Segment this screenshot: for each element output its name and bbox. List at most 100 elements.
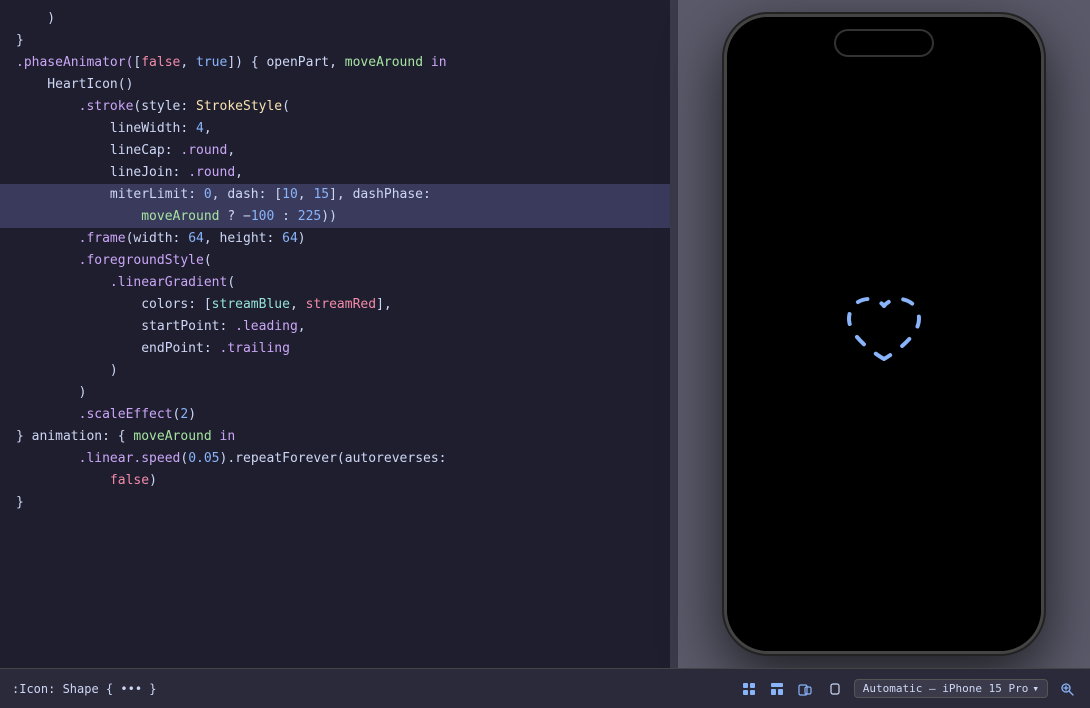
code-token: : [220, 316, 236, 338]
code-line: lineJoin: .round, [0, 162, 670, 184]
code-token: : [180, 96, 196, 118]
code-token: : [173, 228, 189, 250]
code-token: true [196, 52, 227, 74]
code-token: ).repeatForever( [220, 448, 345, 470]
code-token: in [212, 426, 235, 448]
code-token: ) [16, 8, 55, 30]
code-token: .trailing [220, 338, 290, 360]
panel-divider[interactable] [670, 0, 678, 668]
code-token: 100 [251, 206, 274, 228]
code-token: moveAround [345, 52, 423, 74]
code-token: : [266, 228, 282, 250]
code-token: .linear.speed [16, 448, 180, 470]
code-token: HeartIcon() [16, 74, 133, 96]
code-token: 0 [204, 184, 212, 206]
preview-panel [678, 0, 1090, 668]
bottom-left: :Icon: Shape { ••• } [12, 682, 157, 696]
layout-icon[interactable] [766, 678, 788, 700]
code-token: width [133, 228, 172, 250]
code-token: , [204, 118, 212, 140]
code-token: } [16, 30, 24, 52]
code-token: streamBlue [212, 294, 290, 316]
code-snippet: :Icon: Shape { ••• } [12, 682, 157, 696]
code-token: ) [298, 228, 306, 250]
zoom-button[interactable] [1056, 678, 1078, 700]
code-token: ? [220, 206, 243, 228]
code-token: ( [227, 272, 235, 294]
code-token: ( [204, 250, 212, 272]
code-token: ( [180, 448, 188, 470]
code-token: ( [173, 404, 181, 426]
code-token: , [204, 228, 220, 250]
code-token: false [141, 52, 180, 74]
code-token: ) [16, 360, 118, 382]
code-token: startPoint [16, 316, 220, 338]
bottom-icons [738, 678, 816, 700]
code-token: 2 [180, 404, 188, 426]
code-token: ) [16, 382, 86, 404]
code-token: 64 [188, 228, 204, 250]
code-token: , [235, 162, 243, 184]
code-token: .leading [235, 316, 298, 338]
code-token: , [227, 140, 235, 162]
code-token: height [220, 228, 267, 250]
code-line: ) [0, 360, 670, 382]
code-token: 4 [196, 118, 204, 140]
device-selector[interactable]: Automatic – iPhone 15 Pro ▾ [854, 679, 1048, 698]
heart-preview [834, 284, 934, 384]
code-token: , [298, 316, 306, 338]
code-token: : [274, 206, 297, 228]
code-token: streamRed [306, 294, 376, 316]
code-token: ]) { [227, 52, 266, 74]
code-token: .round [188, 162, 235, 184]
code-token: openPart [266, 52, 329, 74]
chevron-down-icon: ▾ [1032, 682, 1039, 695]
code-line: ) [0, 8, 670, 30]
code-line: endPoint: .trailing [0, 338, 670, 360]
grid-icon[interactable] [738, 678, 760, 700]
code-token: } [16, 492, 24, 514]
phone-notch [834, 29, 934, 57]
code-token: ], dashPhase: [329, 184, 431, 206]
device-label: Automatic – iPhone 15 Pro [863, 682, 1029, 695]
code-token: lineJoin [16, 162, 173, 184]
code-line: false) [0, 470, 670, 492]
code-token: style [141, 96, 180, 118]
code-token: 15 [313, 184, 329, 206]
code-token: .phaseAnimator( [16, 52, 133, 74]
code-token: ( [282, 96, 290, 118]
code-line: } [0, 30, 670, 52]
code-token: autoreverses [345, 448, 439, 470]
code-token: } animation [16, 426, 102, 448]
code-token: .scaleEffect [16, 404, 173, 426]
phone-icon[interactable] [824, 678, 846, 700]
main-area: )}.phaseAnimator([false, true]) { openPa… [0, 0, 1090, 668]
code-token: , dash: [ [212, 184, 282, 206]
code-token: : [165, 140, 181, 162]
code-line: ) [0, 382, 670, 404]
code-token: 64 [282, 228, 298, 250]
code-token: .foregroundStyle [16, 250, 204, 272]
devices-icon[interactable] [794, 678, 816, 700]
code-line: .scaleEffect(2) [0, 404, 670, 426]
code-token: .stroke [16, 96, 133, 118]
code-token: ], [376, 294, 392, 316]
code-editor: )}.phaseAnimator([false, true]) { openPa… [0, 0, 670, 668]
code-token: .frame [16, 228, 126, 250]
bottom-right: Automatic – iPhone 15 Pro ▾ [738, 678, 1078, 700]
code-token: StrokeStyle [196, 96, 282, 118]
code-token: : [180, 118, 196, 140]
code-token: )) [321, 206, 337, 228]
code-token: , [329, 52, 345, 74]
code-token: ( [126, 228, 134, 250]
code-token: , [290, 294, 306, 316]
code-token: : [ [188, 294, 211, 316]
code-token: , [298, 184, 314, 206]
code-token: endPoint [16, 338, 204, 360]
code-token: moveAround [16, 206, 220, 228]
code-line: } animation: { moveAround in [0, 426, 670, 448]
code-token: [ [133, 52, 141, 74]
code-token: : [188, 184, 204, 206]
code-token: : { [102, 426, 133, 448]
code-line: lineWidth: 4, [0, 118, 670, 140]
